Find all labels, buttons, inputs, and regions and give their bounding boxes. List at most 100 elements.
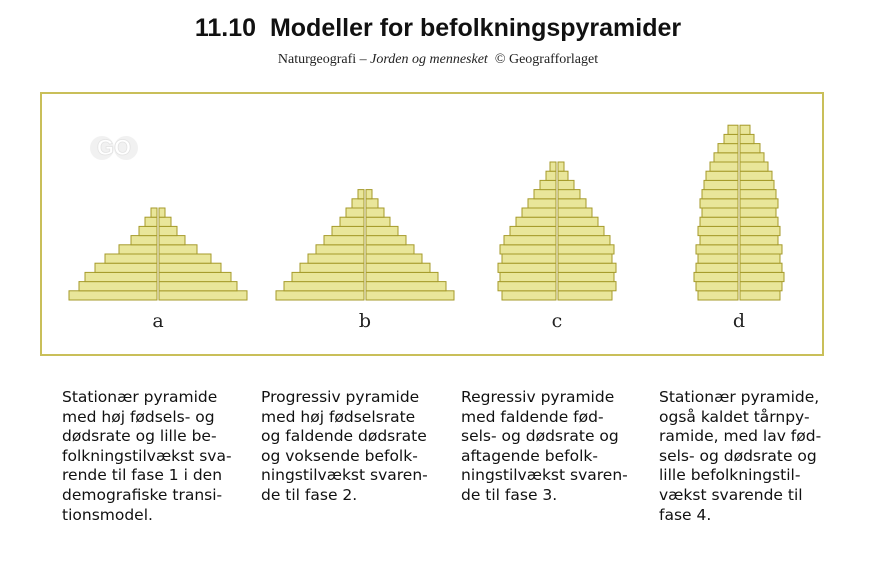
- pyramid-a-bar-left: [150, 207, 158, 218]
- pyramid-c-description: Regressiv pyramide med faldende fød- sel…: [461, 388, 651, 506]
- pyramid-b-bar-left: [351, 198, 365, 209]
- pyramid-d-bar-left: [695, 262, 739, 273]
- pyramid-a-bar-right: [158, 235, 186, 246]
- pyramid-d-bar-right: [739, 216, 779, 227]
- pyramid-a-bar-left: [118, 244, 158, 255]
- pyramid-b-bar-right: [365, 281, 447, 292]
- pyramid-d-bar-right: [739, 290, 781, 301]
- pyramid-a-bar-right: [158, 244, 198, 255]
- desc-line: ramide, med lav fød-: [659, 427, 822, 446]
- pyramid-b-bar-right: [365, 189, 373, 200]
- pyramid-d-bar-left: [699, 198, 739, 209]
- desc-line: sels- og dødsrate og: [659, 446, 817, 465]
- pyramid-c-bar-right: [557, 170, 569, 181]
- pyramid-d-bar-left: [703, 179, 739, 191]
- desc-line: også kaldet tårnpy-: [659, 407, 810, 426]
- pyramid-c-bar-right: [557, 179, 575, 191]
- pyramid-a-bar-left: [94, 262, 158, 273]
- pyramid-d-bar-right: [739, 161, 769, 172]
- pyramid-c-bar-right: [557, 253, 613, 264]
- pyramid-a-bar-left: [84, 271, 158, 283]
- pyramid-c-bar-left: [527, 198, 557, 209]
- pyramid-d-bar-left: [693, 271, 739, 283]
- pyramid-d-bar-right: [739, 143, 761, 154]
- pyramid-d-bar-right: [739, 281, 783, 292]
- pyramid-b-bar-left: [345, 207, 365, 218]
- desc-line: dødsrate og lille be-: [62, 427, 217, 446]
- desc-line: demografiske transi-: [62, 485, 223, 504]
- pyramid-a-bar-right: [158, 207, 166, 218]
- desc-line: Progressiv pyramide: [261, 388, 420, 406]
- pyramid-d-bar-right: [739, 198, 779, 209]
- desc-line: Stationær pyramide: [62, 388, 218, 406]
- pyramid-d-bar-right: [739, 170, 773, 181]
- pyramid-d-label: d: [732, 310, 746, 332]
- desc-line: ningstilvækst svaren-: [261, 466, 428, 485]
- desc-line: Regressiv pyramide: [461, 388, 615, 406]
- pyramid-b-bar-right: [365, 262, 431, 273]
- pyramid-b-bar-right: [365, 290, 455, 301]
- desc-line: med høj fødsels- og: [62, 407, 215, 426]
- desc-line: Stationær pyramide,: [659, 388, 820, 406]
- desc-line: og voksende befolk-: [261, 446, 418, 465]
- pyramid-d-bar-left: [695, 281, 739, 292]
- desc-line: og faldende dødsrate: [261, 427, 427, 446]
- pyramid-d-bar-left: [695, 244, 739, 255]
- pyramid-d-bar-right: [739, 271, 785, 283]
- pyramid-a-label: a: [152, 310, 164, 332]
- desc-line: sels- og dødsrate og: [461, 427, 619, 446]
- pyramid-a-bar-right: [158, 290, 248, 301]
- pyramid-c-bar-left: [533, 189, 557, 200]
- pyramid-c-bar-right: [557, 281, 617, 292]
- pyramid-a-bar-left: [68, 290, 158, 301]
- pyramid-b-bar-left: [307, 253, 365, 264]
- pyramid-b-bar-right: [365, 244, 415, 255]
- pyramid-b-bar-right: [365, 216, 391, 227]
- desc-line: tionsmodel.: [62, 505, 153, 524]
- pyramid-b-label: b: [358, 310, 372, 332]
- pyramid-a-bar-left: [104, 253, 158, 264]
- pyramid-c-bar-right: [557, 198, 587, 209]
- pyramid-d-bar-right: [739, 152, 765, 163]
- pyramid-a-description: Stationær pyramide med høj fødsels- og d…: [62, 388, 252, 525]
- pyramid-d-bar-left: [699, 235, 739, 246]
- pyramid-b-bar-left: [339, 216, 365, 227]
- pyramid-a-bar-left: [130, 235, 158, 246]
- pyramid-d-bar-left: [701, 207, 739, 218]
- pyramid-b-bar-left: [299, 262, 365, 273]
- pyramid-b-bar-left: [291, 271, 365, 283]
- pyramid-c-bar-left: [503, 235, 557, 246]
- pyramid-d-bar-right: [739, 235, 779, 246]
- pyramid-a-bar-right: [158, 216, 172, 227]
- pyramid-c-bar-left: [521, 207, 557, 218]
- desc-line: fase 4.: [659, 505, 712, 524]
- pyramid-d-bar-right: [739, 133, 755, 145]
- desc-line: de til fase 2.: [261, 485, 358, 504]
- pyramid-d-bar-left: [723, 133, 739, 145]
- desc-line: med høj fødselsrate: [261, 407, 416, 426]
- pyramid-c-bar-left: [509, 225, 557, 237]
- desc-line: de til fase 3.: [461, 485, 558, 504]
- pyramid-d-bar-right: [739, 179, 775, 191]
- pyramid-c-bar-left: [501, 290, 557, 301]
- pyramid-a-bar-left: [144, 216, 158, 227]
- pyramid-b-bar-right: [365, 235, 407, 246]
- pyramid-d-bar-right: [739, 244, 783, 255]
- pyramid-d-bar-left: [713, 152, 739, 163]
- desc-line: aftagende befolk-: [461, 446, 598, 465]
- pyramid-d-bar-left: [699, 216, 739, 227]
- pyramid-b-bar-right: [365, 225, 399, 237]
- desc-line: vækst svarende til: [659, 485, 803, 504]
- pyramid-b-bar-left: [331, 225, 365, 237]
- pyramid-a-bar-right: [158, 253, 212, 264]
- pyramid-b-bar-right: [365, 207, 385, 218]
- pyramid-d-bar-left: [727, 124, 739, 135]
- pyramid-c-bar-right: [557, 271, 615, 283]
- pyramid-a-bar-right: [158, 281, 238, 292]
- pyramid-b-bar-right: [365, 271, 439, 283]
- desc-line: folkningstilvækst sva-: [62, 446, 232, 465]
- pyramid-c-label: c: [551, 310, 563, 332]
- pyramid-c-bar-right: [557, 262, 617, 273]
- pyramid-c-bar-right: [557, 244, 615, 255]
- pyramid-c-bar-left: [497, 281, 557, 292]
